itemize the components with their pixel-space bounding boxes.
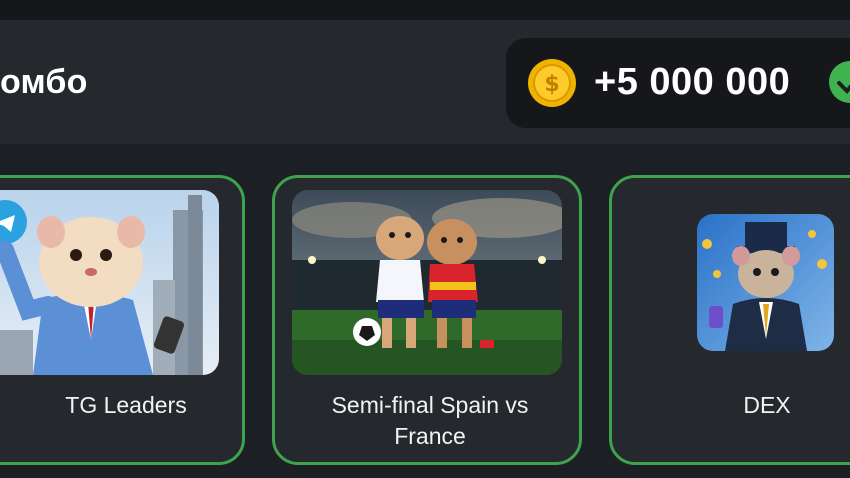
coin-dollar-icon: $ [528,59,576,107]
reward-amount: +5 000 000 [594,61,791,103]
card-label: Semi-final Spain vs France [331,392,529,449]
card-label: DEX [743,392,791,418]
upgrade-card-semi-final[interactable]: Semi-final Spain vs France [272,175,582,465]
combo-title: омбо [0,63,88,101]
check-circle-icon [829,61,850,103]
hamsters-football-stadium-image [292,190,562,375]
hamster-businessman-telegram-image [0,190,219,375]
hamster-top-hat-coins-image [697,214,834,351]
upgrade-card-tg-leaders[interactable]: TG Leaders [0,175,245,465]
upgrade-card-dex[interactable]: DEX [609,175,850,465]
top-strip [0,0,850,20]
card-label: TG Leaders [65,392,187,418]
svg-text:$: $ [544,72,559,97]
